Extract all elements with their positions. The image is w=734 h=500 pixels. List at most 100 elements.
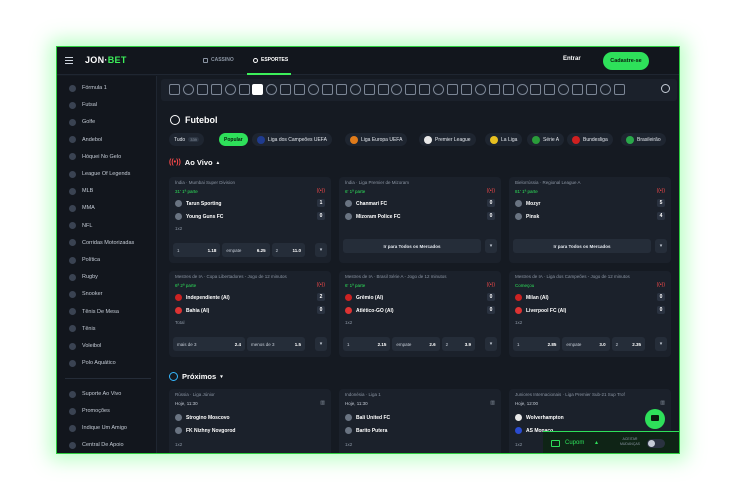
sidebar-item[interactable]: Rugby xyxy=(69,272,98,282)
match-card[interactable]: Mestres de IA · Liga dos Campeões - Jogo… xyxy=(509,271,671,357)
filter-chip[interactable]: Premier League xyxy=(419,133,476,146)
sidebar-item[interactable]: MLB xyxy=(69,186,93,196)
all-markets-button[interactable]: Ir para Todos os Mercados xyxy=(343,239,481,253)
sport-filter-icon[interactable] xyxy=(558,84,570,95)
sport-filter-icon[interactable] xyxy=(460,84,472,95)
odds-button[interactable]: menos de 3 1.5 xyxy=(247,337,305,351)
sidebar-item[interactable]: Snooker xyxy=(69,289,103,299)
tab-casino[interactable]: CASSINO xyxy=(203,57,234,63)
sidebar-item[interactable]: Corridas Motorizadas xyxy=(69,238,134,248)
sport-filter-icon[interactable] xyxy=(433,84,445,95)
sidebar-item[interactable]: Fórmula 1 xyxy=(69,83,107,93)
odds-button[interactable]: 1 2.85 xyxy=(513,337,561,351)
sport-filter-icon[interactable] xyxy=(516,84,528,95)
live-section-title[interactable]: ((•)) Ao Vivo ▴ xyxy=(169,158,219,167)
sport-filter-icon[interactable] xyxy=(405,84,417,95)
filter-chip[interactable]: Popular xyxy=(219,133,248,146)
sport-filter-icon[interactable] xyxy=(169,84,180,95)
sport-filter-icon[interactable] xyxy=(544,84,556,95)
odds-button[interactable]: 2 11.0 xyxy=(271,243,305,257)
odds-button[interactable]: empate 6.25 xyxy=(222,243,270,257)
sport-filter-icon[interactable] xyxy=(586,84,597,95)
coupon-bar[interactable]: Cupom ▴ ACEITAR MUDANÇAS xyxy=(543,431,679,453)
sport-filter-icon[interactable] xyxy=(419,84,431,95)
match-card[interactable]: Índia · Mumbai Super Division 31' 1ª part… xyxy=(169,177,331,263)
filter-chip[interactable]: La Liga xyxy=(485,133,523,146)
login-button[interactable]: Entrar xyxy=(563,56,581,62)
sport-filter-icon[interactable] xyxy=(182,84,194,95)
sport-filter-icon[interactable] xyxy=(572,84,584,95)
sport-filter-icon[interactable] xyxy=(196,84,208,95)
menu-icon[interactable] xyxy=(65,57,73,64)
sidebar-item[interactable]: MMA xyxy=(69,203,95,213)
match-card[interactable]: Índia · Liga Premier de Mizoram 6' 1ª par… xyxy=(339,177,501,263)
sidebar-item[interactable]: Hóquei No Gelo xyxy=(69,152,121,162)
sidebar-item[interactable]: Tênis De Mesa xyxy=(69,307,119,317)
sport-filter-icon[interactable] xyxy=(530,84,542,95)
filter-chip[interactable]: Tudo 339 xyxy=(169,133,204,146)
sport-filter-icon[interactable] xyxy=(252,84,264,95)
filter-chip[interactable]: Liga dos Campeões UEFA xyxy=(252,133,332,146)
filter-chip[interactable]: Brasileirão xyxy=(621,133,666,146)
match-card[interactable]: Mestres de IA · Brasil Série A - Jogo de… xyxy=(339,271,501,357)
match-card[interactable]: Bielorrússia · Regional League A 81' 1ª p… xyxy=(509,177,671,263)
sport-filter-icon[interactable] xyxy=(308,84,319,95)
more-options-icon[interactable]: ▾ xyxy=(485,337,497,351)
match-card[interactable]: Rússia · Liga Júnior Hoje, 11:30 ▥ Strogino… xyxy=(169,389,331,453)
sport-filter-icon[interactable] xyxy=(321,84,333,95)
sport-filter-icon[interactable] xyxy=(447,84,458,95)
tab-sports[interactable]: ESPORTES xyxy=(253,57,288,63)
odds-button[interactable]: empate 3.0 xyxy=(562,337,610,351)
sidebar-item[interactable]: Futsal xyxy=(69,100,97,110)
filter-chip[interactable]: Liga Europa UEFA xyxy=(345,133,408,146)
filter-chip[interactable]: Série A xyxy=(527,133,565,146)
next-section-title[interactable]: Próximos ▾ xyxy=(169,372,223,381)
odds-button[interactable]: empate 2.6 xyxy=(392,337,440,351)
sport-filter-icon[interactable] xyxy=(335,84,347,95)
odds-button[interactable]: 1 2.15 xyxy=(343,337,391,351)
sport-filter-icon[interactable] xyxy=(363,84,375,95)
more-options-icon[interactable]: ▾ xyxy=(655,239,667,253)
sport-filter-icon[interactable] xyxy=(349,84,361,95)
odds-button[interactable]: mais de 3 2.4 xyxy=(173,337,245,351)
sidebar-footer-item[interactable]: Indique Um Amigo xyxy=(69,423,127,433)
match-card[interactable]: Mestres de IA · Copa Libertadores - Jogo… xyxy=(169,271,331,357)
sport-filter-icon[interactable] xyxy=(266,84,278,95)
all-markets-button[interactable]: Ir para Todos os Mercados xyxy=(513,239,651,253)
odds-button[interactable]: 2 3.9 xyxy=(441,337,475,351)
sport-filter-icon[interactable] xyxy=(224,84,236,95)
sidebar-item[interactable]: League Of Legends xyxy=(69,169,130,179)
sidebar-item[interactable]: Voleibol xyxy=(69,341,101,351)
match-card[interactable]: Indonésia · Liga 1 Hoje, 11:30 ▥ Bali Unite… xyxy=(339,389,501,453)
sidebar-footer-item[interactable]: Promoções xyxy=(69,406,110,416)
more-options-icon[interactable]: ▾ xyxy=(315,337,327,351)
signup-button[interactable]: Cadastre-se xyxy=(603,52,649,70)
more-options-icon[interactable]: ▾ xyxy=(315,243,327,257)
sport-filter-icon[interactable] xyxy=(613,84,625,95)
sport-filter-icon[interactable] xyxy=(280,84,292,95)
chat-button[interactable] xyxy=(645,409,665,429)
odds-button[interactable]: 1 1.18 xyxy=(173,243,221,257)
sidebar-footer-item[interactable]: Central De Apoio xyxy=(69,440,124,450)
sport-filter-icon[interactable] xyxy=(294,84,306,95)
sport-filter-icon[interactable] xyxy=(502,84,514,95)
sport-filter-icon[interactable] xyxy=(391,84,403,95)
sidebar-item[interactable]: Golfe xyxy=(69,117,95,127)
sidebar-item[interactable]: Andebol xyxy=(69,135,102,145)
odds-button[interactable]: 2 2.35 xyxy=(611,337,645,351)
more-options-icon[interactable]: ▾ xyxy=(485,239,497,253)
sidebar-item[interactable]: Tênis xyxy=(69,324,95,334)
sidebar-item[interactable]: NFL xyxy=(69,221,92,231)
sport-filter-icon[interactable] xyxy=(377,84,389,95)
sport-filter-icon[interactable] xyxy=(488,84,500,95)
sidebar-item[interactable]: Polo Aquático xyxy=(69,358,116,368)
filter-chip[interactable]: Bundesliga xyxy=(567,133,613,146)
more-options-icon[interactable]: ▾ xyxy=(655,337,667,351)
sport-filter-icon[interactable] xyxy=(210,84,222,95)
sport-filter-icon[interactable] xyxy=(474,84,486,95)
sport-filter-icon[interactable] xyxy=(599,84,611,95)
accept-changes-toggle[interactable] xyxy=(647,439,665,448)
search-icon[interactable] xyxy=(661,84,670,93)
sport-filter-icon[interactable] xyxy=(238,84,250,95)
sidebar-footer-item[interactable]: Suporte Ao Vivo xyxy=(69,389,121,399)
